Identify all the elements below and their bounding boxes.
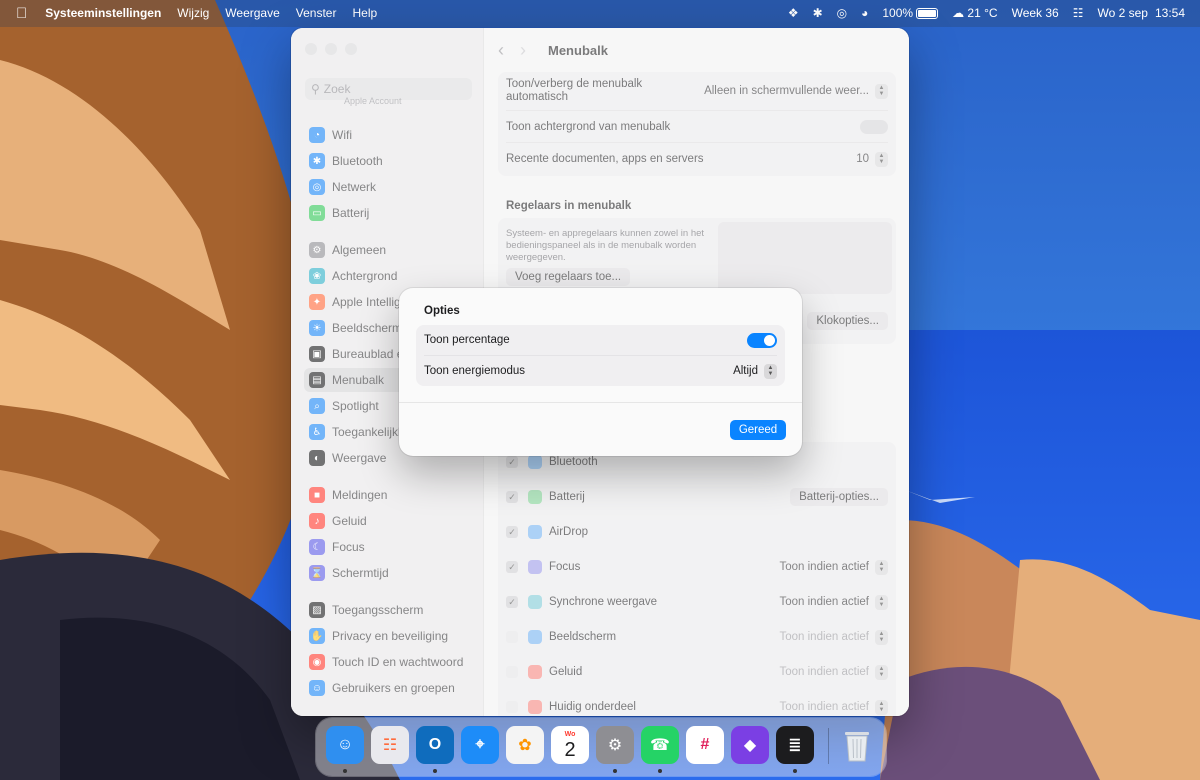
running-indicator	[658, 769, 662, 773]
energy-mode-popup[interactable]: Altijd ▲ ▼	[733, 363, 777, 379]
system-settings-icon[interactable]: ⚙	[596, 726, 634, 764]
finder-icon[interactable]: ☺	[326, 726, 364, 764]
bluetooth-status-icon[interactable]: ✱	[806, 0, 830, 27]
calendar-day-label: Wo	[564, 730, 576, 738]
whatsapp-icon[interactable]: ☎	[641, 726, 679, 764]
dock-divider	[828, 728, 829, 764]
menu-help[interactable]: Help	[344, 0, 385, 27]
weather-status[interactable]: ☁ 21 °C	[945, 0, 1005, 27]
energy-mode-value: Altijd	[733, 365, 758, 377]
battery-status[interactable]: 100%	[875, 0, 945, 27]
menu-weergave[interactable]: Weergave	[217, 0, 287, 27]
show-percentage-toggle[interactable]	[747, 332, 777, 348]
clock-time[interactable]: 13:54	[1155, 0, 1192, 27]
apple-menu-icon[interactable]: 	[10, 0, 37, 27]
week-number[interactable]: Week 36	[1005, 0, 1066, 27]
safari-icon[interactable]: ⌖	[461, 726, 499, 764]
sheet-options-card: Toon percentage Toon energiemodus Altijd…	[416, 325, 785, 386]
energy-mode-row: Toon energiemodus Altijd ▲ ▼	[416, 356, 785, 386]
wifi-status-icon[interactable]: ◕	[854, 0, 875, 27]
menu-wijzig[interactable]: Wijzig	[169, 0, 217, 27]
running-indicator	[343, 769, 347, 773]
airdrop-status-icon[interactable]: ◎	[830, 0, 854, 27]
running-indicator	[793, 769, 797, 773]
weather-temp: 21 °C	[967, 6, 998, 20]
running-indicator	[433, 769, 437, 773]
sheet-title: Opties	[424, 305, 460, 317]
trash-can-graphic	[845, 732, 869, 762]
shortcuts-icon[interactable]: ◆	[731, 726, 769, 764]
sheet-divider	[399, 402, 802, 403]
photos-icon[interactable]: ✿	[506, 726, 544, 764]
app-store-like-icon[interactable]: ≣	[776, 726, 814, 764]
running-indicator	[613, 769, 617, 773]
outlook-icon[interactable]: O	[416, 726, 454, 764]
options-sheet: Opties Toon percentage Toon energiemodus…	[399, 288, 802, 456]
popup-chevrons-icon: ▲ ▼	[764, 363, 777, 379]
clock-date[interactable]: Wo 2 sep	[1090, 0, 1154, 27]
battery-icon	[916, 8, 939, 20]
calendar-date-number: 2	[564, 738, 576, 761]
calendar-icon[interactable]: Wo 2	[551, 726, 589, 764]
done-button[interactable]: Gereed	[730, 420, 786, 440]
launchpad-icon[interactable]: ☷	[371, 726, 409, 764]
battery-percent: 100%	[882, 6, 914, 20]
show-percentage-label: Toon percentage	[424, 334, 510, 346]
menu-app-name[interactable]: Systeeminstellingen	[37, 0, 169, 27]
control-center-icon[interactable]: ☷	[1066, 0, 1091, 27]
menu-venster[interactable]: Venster	[288, 0, 345, 27]
dropbox-icon[interactable]: ❖	[781, 0, 806, 27]
menu-bar:  Systeeminstellingen Wijzig Weergave Ve…	[0, 0, 1200, 27]
show-percentage-row: Toon percentage	[416, 325, 785, 355]
dock: ☺ ☷ O ⌖ ✿ Wo 2 ⚙ ☎ # ◆ ≣	[316, 718, 886, 776]
trash-icon[interactable]	[838, 726, 876, 764]
slack-icon[interactable]: #	[686, 726, 724, 764]
energy-mode-label: Toon energiemodus	[424, 365, 526, 377]
